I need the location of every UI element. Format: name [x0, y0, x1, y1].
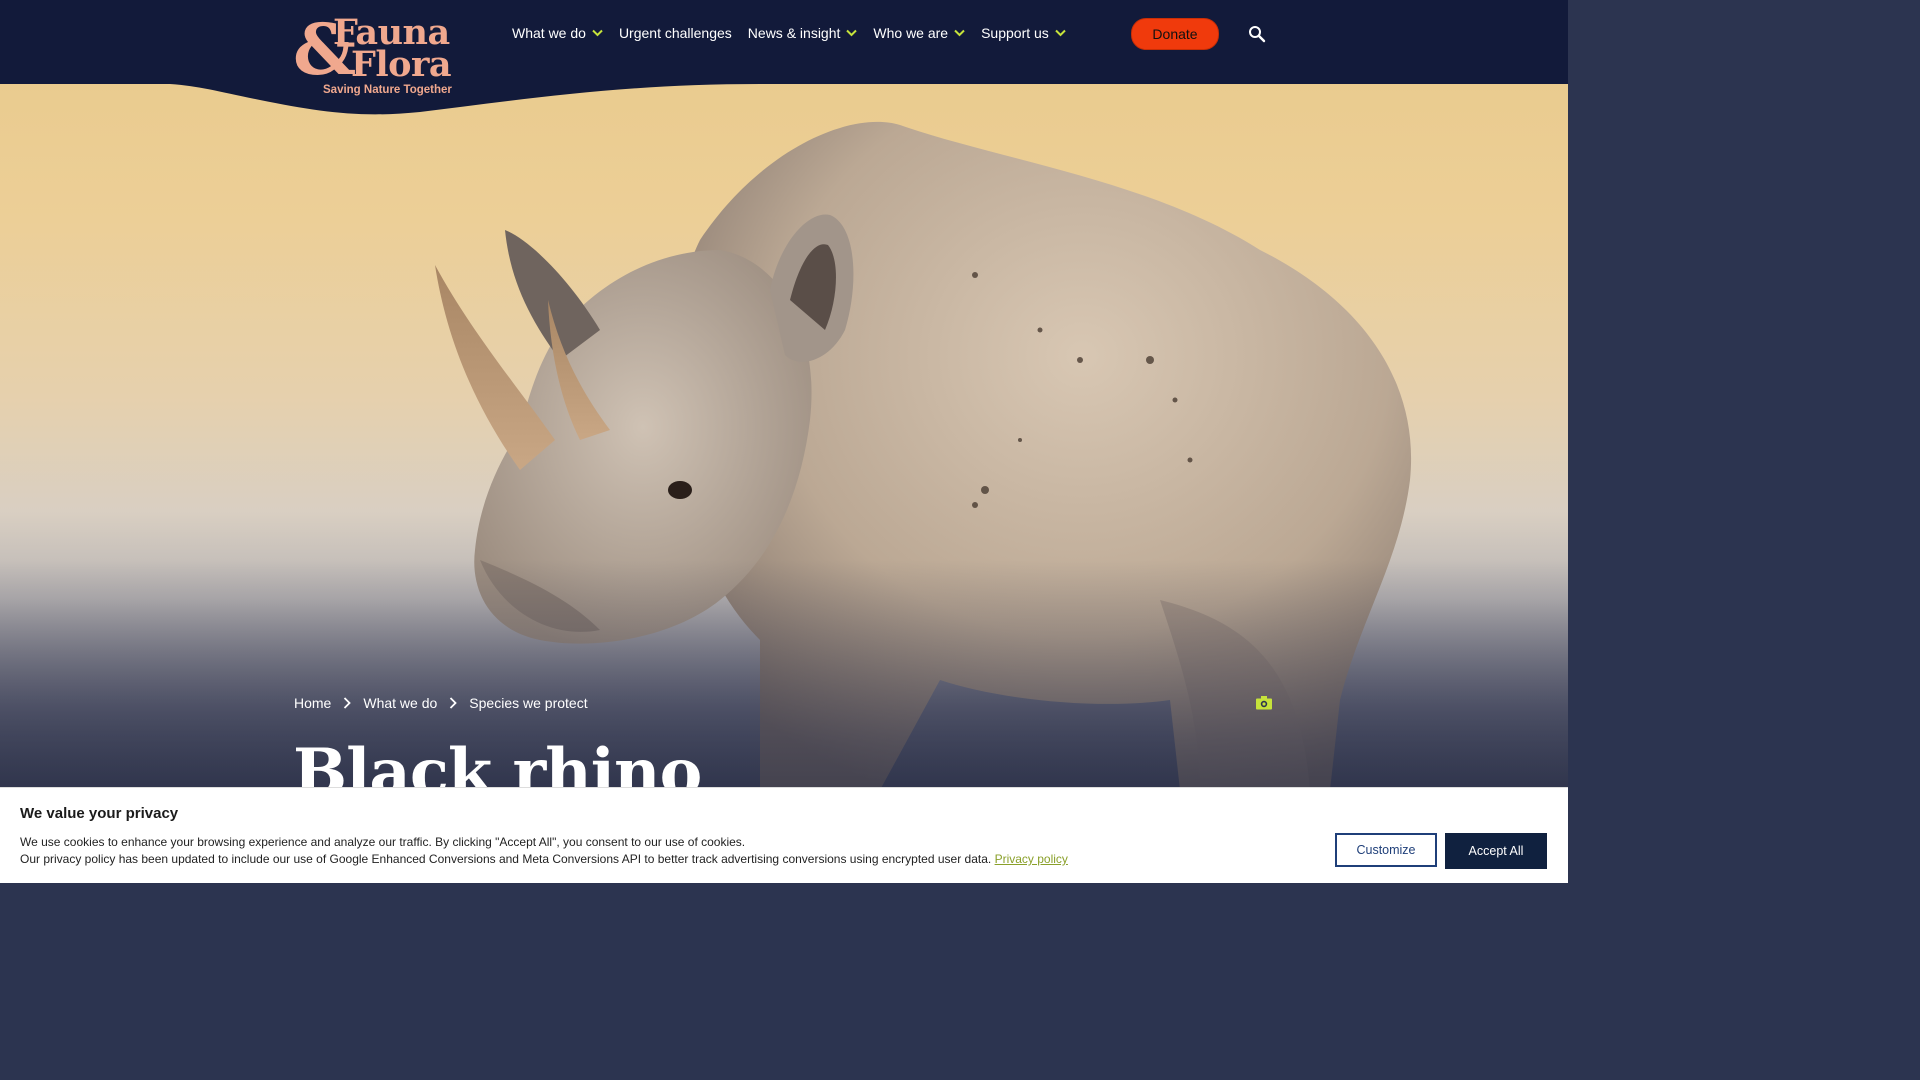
chevron-down-icon — [592, 29, 603, 37]
nav-item-who-we-are[interactable]: Who we are — [873, 22, 965, 44]
breadcrumb-home[interactable]: Home — [294, 695, 331, 711]
nav-item-label: Who we are — [873, 25, 949, 41]
cookie-banner: We value your privacy We use cookies to … — [0, 787, 1568, 883]
logo-tagline: Saving Nature Together — [323, 84, 452, 96]
logo-word-flora: Flora — [351, 44, 452, 85]
chevron-right-icon — [344, 697, 352, 709]
main-nav: What we do Urgent challenges News & insi… — [512, 22, 1082, 44]
logo[interactable]: & Fauna Flora Saving Nature Together — [293, 12, 453, 100]
nav-item-label: News & insight — [747, 25, 841, 41]
donate-button[interactable]: Donate — [1131, 18, 1219, 50]
nav-item-support-us[interactable]: Support us — [981, 22, 1066, 44]
privacy-policy-link[interactable]: Privacy policy — [995, 852, 1068, 866]
chevron-down-icon — [954, 29, 965, 37]
breadcrumb-species-we-protect[interactable]: Species we protect — [469, 695, 587, 711]
nav-item-label: Urgent challenges — [618, 25, 732, 41]
customize-button[interactable]: Customize — [1335, 833, 1437, 867]
site-header: & Fauna Flora Saving Nature Together Wha… — [0, 0, 1568, 120]
breadcrumb: Home What we do Species we protect — [294, 695, 588, 711]
nav-item-urgent-challenges[interactable]: Urgent challenges — [619, 22, 732, 44]
cookie-text: We use cookies to enhance your browsing … — [20, 834, 1068, 868]
nav-item-what-we-do[interactable]: What we do — [512, 22, 603, 44]
cookie-line-2: Our privacy policy has been updated to i… — [20, 851, 1068, 868]
nav-item-news-insight[interactable]: News & insight — [748, 22, 858, 44]
search-icon[interactable] — [1247, 24, 1267, 44]
accept-all-button[interactable]: Accept All — [1445, 833, 1547, 869]
chevron-down-icon — [846, 29, 858, 37]
cookie-line-1: We use cookies to enhance your browsing … — [20, 835, 746, 849]
breadcrumb-what-we-do[interactable]: What we do — [363, 695, 437, 711]
nav-item-label: What we do — [512, 25, 586, 41]
chevron-right-icon — [450, 697, 458, 709]
hero-image — [0, 0, 1568, 882]
nav-item-label: Support us — [981, 25, 1049, 41]
cookie-title: We value your privacy — [20, 805, 179, 822]
chevron-down-icon — [1055, 29, 1066, 37]
header-wave — [0, 0, 1568, 115]
cookie-line-2-text: Our privacy policy has been updated to i… — [20, 852, 992, 866]
camera-icon[interactable] — [1255, 695, 1273, 711]
